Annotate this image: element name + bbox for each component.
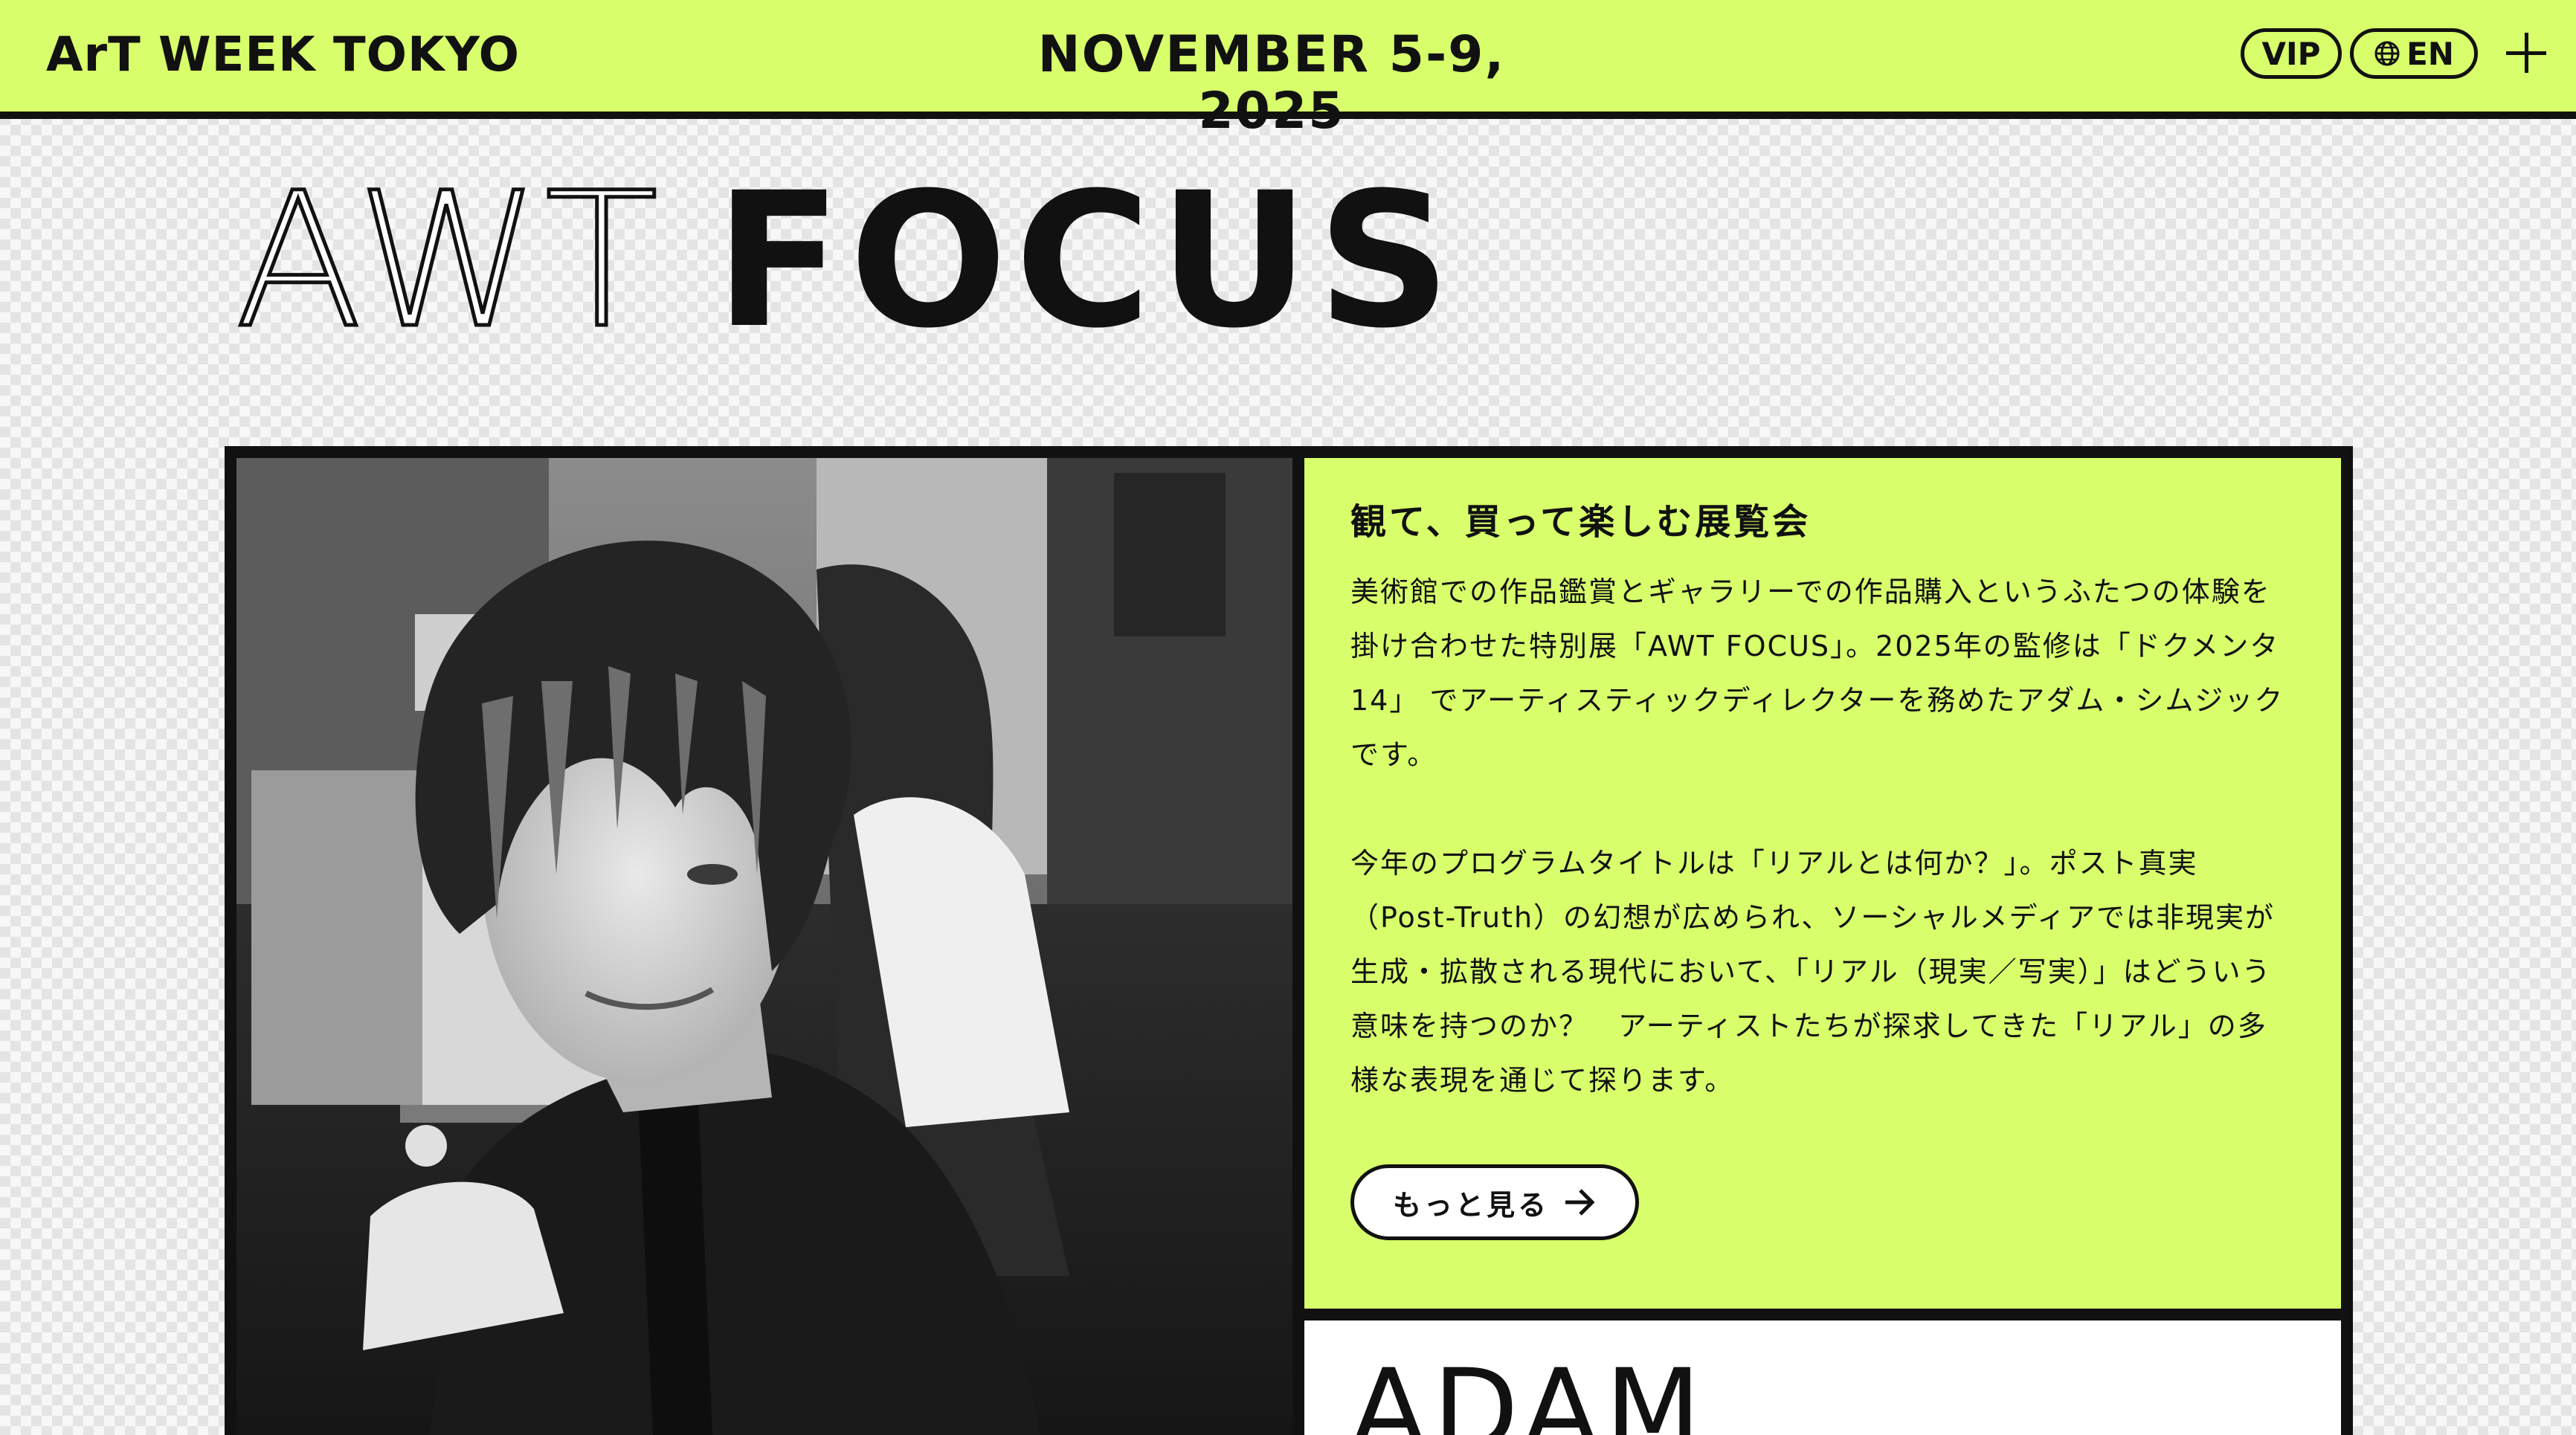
arrow-right-icon bbox=[1565, 1189, 1595, 1216]
vip-button[interactable]: VIP bbox=[2241, 28, 2342, 79]
see-more-label: もっと見る bbox=[1392, 1188, 1549, 1222]
curator-photo bbox=[236, 458, 1292, 1435]
site-header: ArT WEEK TOKYO NOVEMBER 5-9, 2025 VIP EN bbox=[0, 0, 2576, 140]
site-logo[interactable]: ArT WEEK TOKYO bbox=[46, 28, 520, 82]
see-more-button[interactable]: もっと見る bbox=[1350, 1164, 1639, 1240]
page-title: AWT FOCUS bbox=[233, 152, 1459, 369]
artist-name: ADAM bbox=[1350, 1346, 1707, 1435]
artist-panel: ADAM bbox=[1304, 1320, 2341, 1435]
page-title-solid: FOCUS bbox=[715, 152, 1459, 369]
page-title-outline: AWT bbox=[233, 152, 663, 369]
info-paragraph-2: 今年のプログラムタイトルは「リアルとは何か？」。ポスト真実 （Post-Trut… bbox=[1350, 847, 2276, 1097]
curator-photo-image bbox=[236, 458, 1292, 1435]
event-dates: NOVEMBER 5-9, 2025 bbox=[1037, 25, 1506, 141]
info-heading: 観て、買って楽しむ展覧会 bbox=[1350, 501, 1812, 543]
focus-card: 観て、買って楽しむ展覧会 美術館での作品鑑賞とギャラリーでの作品購入というふたつ… bbox=[225, 446, 2353, 1435]
globe-icon bbox=[2374, 41, 2400, 66]
vip-label: VIP bbox=[2261, 35, 2321, 72]
language-switch-button[interactable]: EN bbox=[2350, 28, 2478, 79]
language-label: EN bbox=[2406, 35, 2454, 72]
info-panel: 観て、買って楽しむ展覧会 美術館での作品鑑賞とギャラリーでの作品購入というふたつ… bbox=[1304, 458, 2341, 1309]
plus-icon[interactable] bbox=[2503, 30, 2549, 76]
info-paragraph-1: 美術館での作品鑑賞とギャラリーでの作品購入というふたつの体験を 掛け合わせた特別… bbox=[1350, 575, 2284, 771]
